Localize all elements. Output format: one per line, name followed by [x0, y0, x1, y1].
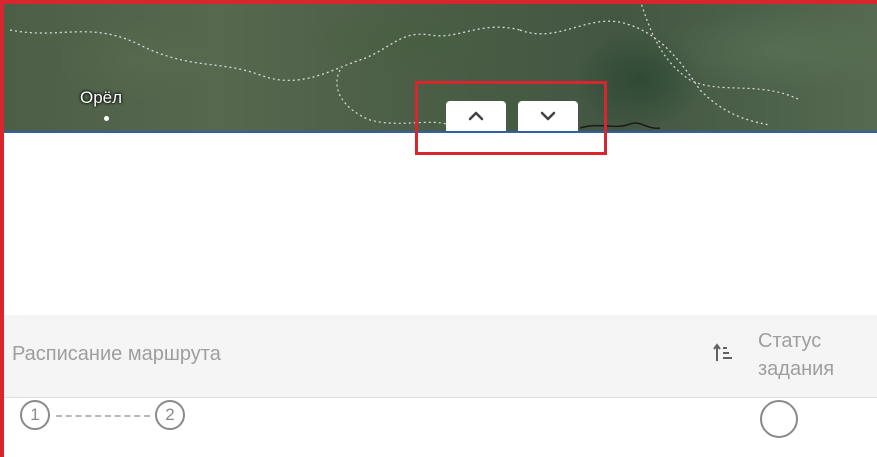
sort-ascending-icon[interactable]	[713, 342, 733, 364]
map-city-marker	[104, 116, 109, 121]
route-step-connector	[56, 415, 150, 417]
map-region-borders	[9, 0, 801, 129]
map-view[interactable]: Орёл	[0, 0, 877, 132]
route-step-start: 1	[20, 400, 50, 430]
chevron-down-icon	[540, 111, 556, 121]
column-header-task-status: Статус задания	[758, 327, 868, 383]
table-row[interactable]: 1 2	[0, 398, 877, 457]
map-city-label: Орёл	[80, 88, 123, 107]
scroll-down-button[interactable]	[518, 101, 578, 131]
task-status-indicator	[760, 400, 798, 438]
column-header-task-status-line2: задания	[758, 358, 835, 380]
chevron-up-icon	[468, 111, 484, 121]
route-step-end: 2	[155, 400, 185, 430]
column-header-route-schedule: Расписание маршрута	[12, 343, 221, 365]
column-header-task-status-line1: Статус	[758, 330, 822, 352]
map-divider	[0, 131, 877, 133]
table-header: Расписание маршрута Статус задания	[0, 315, 877, 398]
scroll-up-button[interactable]	[446, 101, 506, 131]
